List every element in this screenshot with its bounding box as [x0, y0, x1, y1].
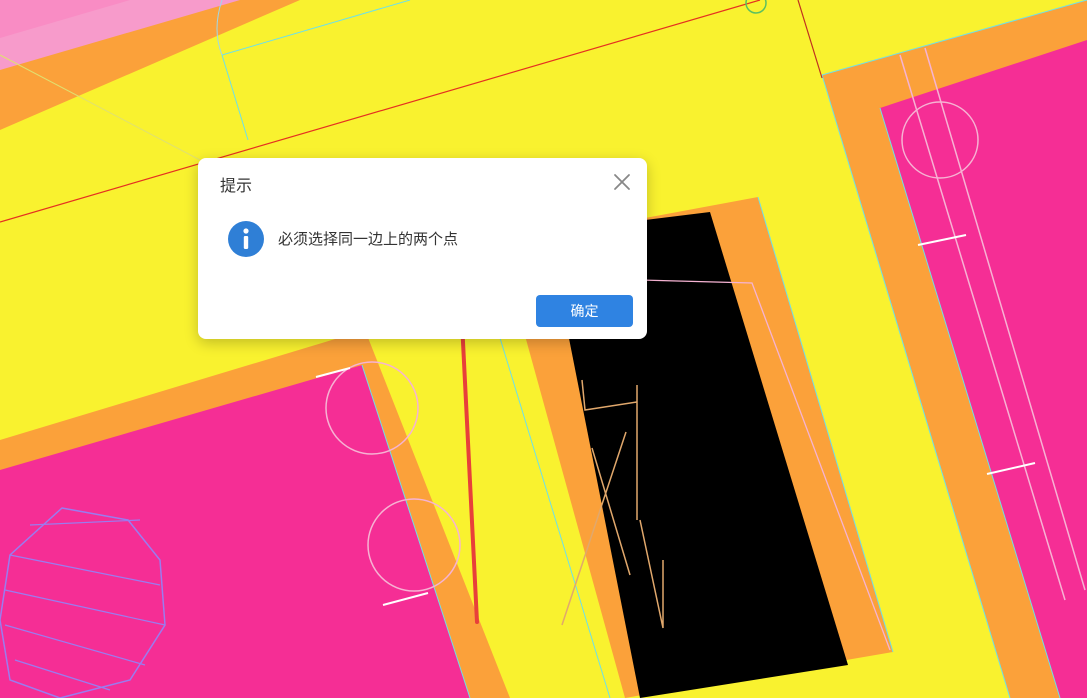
close-icon — [614, 174, 630, 190]
info-icon — [228, 221, 264, 257]
drawing-canvas — [0, 0, 1087, 698]
alert-dialog: 提示 必须选择同一边上的两个点 确定 — [198, 158, 647, 339]
dialog-message: 必须选择同一边上的两个点 — [278, 230, 459, 248]
cad-canvas[interactable] — [0, 0, 1087, 698]
ok-button[interactable]: 确定 — [536, 295, 633, 327]
close-button[interactable] — [610, 170, 634, 194]
dialog-title: 提示 — [220, 176, 253, 195]
